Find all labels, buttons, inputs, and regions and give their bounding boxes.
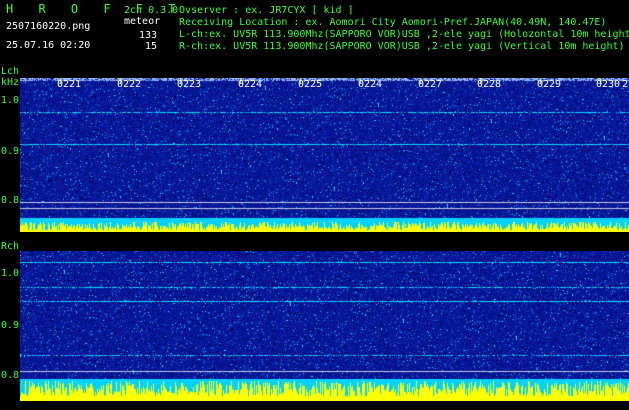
- time-mark: 2: [622, 79, 629, 90]
- rch-ytick: 0.8: [1, 370, 20, 381]
- count-lch: 133: [138, 30, 157, 41]
- type-label: meteor: [124, 16, 161, 27]
- time-mark: 0223: [177, 79, 202, 90]
- lch-spectrogram: [20, 78, 629, 232]
- lch-spectrogram-panel: [20, 78, 629, 232]
- lch-label: Lch: [1, 66, 20, 77]
- count-rch: 15: [144, 41, 157, 52]
- time-mark: 0225: [298, 79, 323, 90]
- lch-unit-label: kHz: [1, 77, 20, 88]
- rch-info-line: R-ch:ex. UV5R 113.900Mhz(SAPPORO VOR)USB…: [179, 41, 625, 52]
- lch-ytick: 1.0: [1, 95, 20, 106]
- rch-spectrogram: [20, 251, 629, 401]
- rch-ytick: 1.0: [1, 268, 20, 279]
- time-mark: 0224: [358, 79, 383, 90]
- time-mark: 0229: [537, 79, 562, 90]
- time-mark: 0224: [238, 79, 263, 90]
- rch-spectrogram-panel: [20, 251, 629, 401]
- time-mark: 0230: [596, 79, 621, 90]
- rch-label: Rch: [1, 241, 20, 252]
- time-mark: 0228: [477, 79, 502, 90]
- location-line: Receiving Location : ex. Aomori City Aom…: [179, 17, 607, 28]
- observer-line: Ovserver : ex. JR7CYX [ kid ]: [179, 5, 354, 16]
- time-mark: 0221: [57, 79, 82, 90]
- lch-ytick: 0.9: [1, 146, 20, 157]
- datetime-label: 25.07.16 02:20: [6, 40, 91, 51]
- time-mark: 0222: [117, 79, 142, 90]
- mode-label: 2ch 0.3.0: [124, 5, 179, 16]
- filename-label: 2507160220.png: [6, 21, 91, 32]
- lch-ytick: 0.8: [1, 195, 20, 206]
- time-mark: 0227: [418, 79, 443, 90]
- lch-info-line: L-ch:ex. UV5R 113.900Mhz(SAPPORO VOR)USB…: [179, 29, 629, 40]
- rch-ytick: 0.9: [1, 320, 20, 331]
